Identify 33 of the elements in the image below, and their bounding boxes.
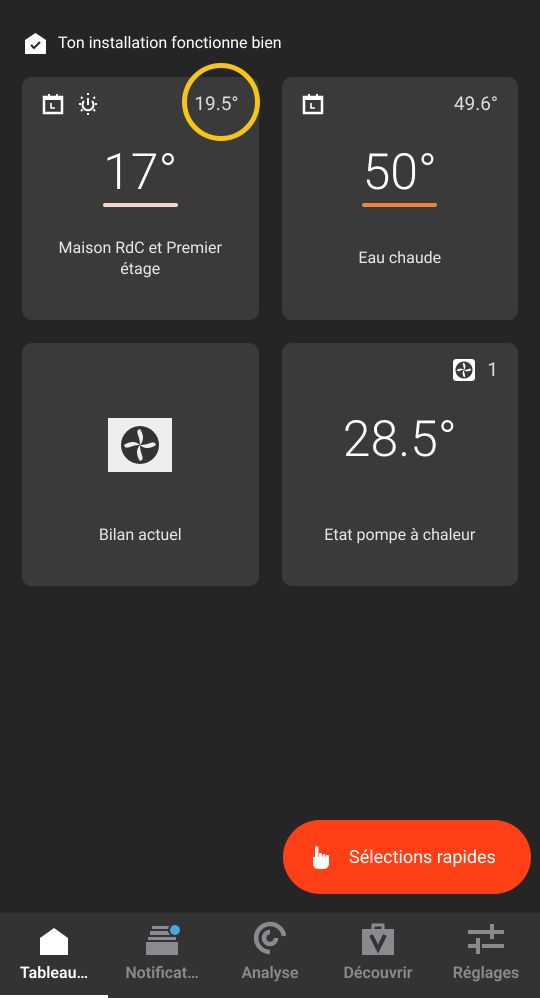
tile-label: Eau chaude [357, 247, 442, 268]
tile-label: Maison RdC et Premier étage [58, 236, 223, 278]
inbox-icon [146, 923, 178, 955]
status-message: Ton installation fonctionne bien [58, 32, 282, 54]
calendar-clock-icon [302, 93, 324, 115]
unit-count: 1 [487, 356, 498, 383]
dashboard-tile[interactable]: Bilan actuel [22, 343, 258, 586]
nav-tab[interactable]: Tableau… [0, 913, 108, 998]
fan-icon [453, 359, 476, 381]
setpoint-temperature: 50° [362, 145, 437, 201]
tile-label: Etat pompe à chaleur [323, 524, 476, 544]
pointing-hand-icon [311, 845, 331, 869]
nav-tab[interactable]: Notificat… [108, 913, 216, 998]
sun-power-icon [76, 92, 100, 116]
house-check-icon [25, 32, 46, 54]
current-temperature: 49.6° [454, 90, 498, 117]
current-temperature: 19.5° [194, 90, 238, 117]
nav-tab[interactable]: Analyse [216, 913, 324, 998]
calendar-clock-icon [42, 93, 64, 115]
water-temperature: 28.5° [342, 412, 457, 468]
home-icon [39, 927, 69, 955]
spiral-icon [253, 921, 287, 955]
quick-selections-button[interactable]: Sélections rapides [283, 820, 531, 894]
dashboard-tile[interactable]: 19.5° 17° Maison RdC et Premier étage [22, 77, 258, 320]
fan-icon [108, 418, 172, 472]
shopping-bag-icon [362, 923, 394, 955]
dashboard-tile[interactable]: 49.6° 50° Eau chaude [282, 77, 518, 320]
setpoint-temperature: 17° [103, 145, 178, 201]
nav-tab[interactable]: Découvrir [324, 913, 432, 998]
dashboard-tile[interactable]: 1 28.5° Etat pompe à chaleur [282, 343, 518, 586]
sliders-icon [468, 923, 504, 955]
nav-tab[interactable]: Réglages [432, 913, 540, 998]
tile-label: Bilan actuel [98, 524, 183, 544]
